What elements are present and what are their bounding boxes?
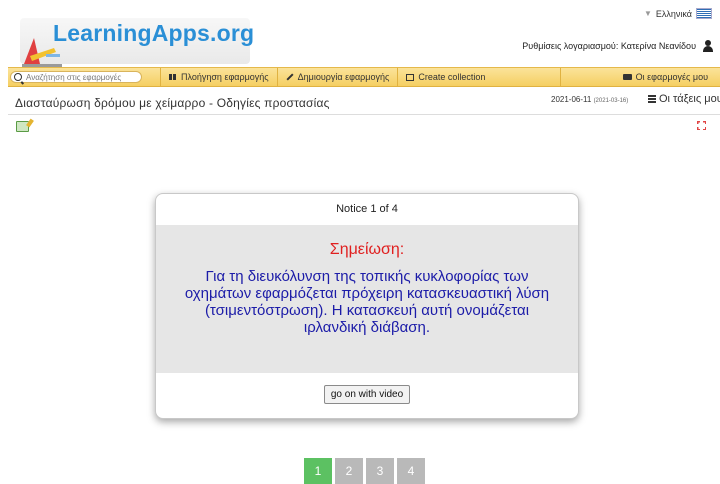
page-button-3[interactable]: 3 [366, 458, 394, 484]
search-input[interactable]: Αναζήτηση στις εφαρμογές [10, 71, 142, 83]
dialog-body: Σημείωση: Για τη διευκόλυνση της τοπικής… [156, 225, 578, 373]
dialog-header: Notice 1 of 4 [336, 203, 398, 215]
search-placeholder: Αναζήτηση στις εφαρμογές [26, 72, 122, 82]
pagination: 1 2 3 4 [304, 458, 425, 484]
nav-browse-apps[interactable]: Πλοήγηση εφαρμογής [160, 68, 277, 86]
notice-dialog: Notice 1 of 4 Σημείωση: Για τη διευκόλυν… [155, 193, 579, 419]
greek-flag-icon [696, 8, 712, 19]
app-title: Διασταύρωση δρόμου με χείμαρρο - Οδηγίες… [15, 96, 330, 110]
my-classes-link[interactable]: Οι τάξεις μου [648, 93, 720, 105]
nav-create-app[interactable]: Δημιουργία εφαρμογής [276, 68, 398, 86]
notice-label: Σημείωση: [329, 241, 405, 258]
app-dates: 2021-06-11 (2021-03-16) [551, 95, 628, 104]
nav-browse-label: Πλοήγηση εφαρμογής [181, 72, 269, 82]
page-button-2[interactable]: 2 [335, 458, 363, 484]
collection-icon [406, 73, 415, 81]
nav-collection-label: Create collection [418, 72, 486, 82]
fullscreen-icon[interactable] [697, 121, 706, 130]
account-settings-link[interactable]: Ρυθμίσεις λογαριασμού: Κατερίνα Νεανίδου [522, 40, 714, 52]
chevron-down-icon: ▼ [643, 9, 652, 18]
logo-text: LearningApps.org [53, 20, 255, 46]
nav-create-collection[interactable]: Create collection [397, 68, 493, 86]
search-icon [14, 73, 22, 81]
list-icon [648, 95, 656, 103]
language-selector[interactable]: ▼ Ελληνικά [644, 8, 712, 19]
folder-icon [622, 74, 632, 80]
logo[interactable]: LearningApps.org [20, 10, 254, 67]
go-on-with-video-button[interactable]: go on with video [323, 385, 411, 404]
edit-app-icon[interactable] [16, 121, 29, 132]
page-button-4[interactable]: 4 [397, 458, 425, 484]
notice-text: Για τη διευκόλυνση της τοπικής κυκλοφορί… [184, 268, 550, 336]
app-date: 2021-06-11 [551, 95, 592, 104]
page-button-1[interactable]: 1 [304, 458, 332, 484]
main-navbar: Αναζήτηση στις εφαρμογές Πλοήγηση εφαρμο… [8, 67, 720, 87]
nav-my-apps-label: Οι εφαρμογές μου [635, 72, 708, 82]
pencil-icon [286, 73, 294, 81]
nav-my-apps[interactable]: Οι εφαρμογές μου [559, 68, 720, 86]
grid-icon [169, 74, 177, 80]
user-icon [702, 40, 714, 52]
account-label: Ρυθμίσεις λογαριασμού: Κατερίνα Νεανίδου [522, 41, 696, 51]
language-label: Ελληνικά [655, 8, 692, 19]
my-classes-label: Οι τάξεις μου [659, 93, 720, 105]
app-date-created: (2021-03-16) [593, 98, 629, 104]
nav-create-label: Δημιουργία εφαρμογής [297, 72, 390, 82]
divider [8, 114, 720, 115]
dialog-footer: go on with video [156, 373, 578, 418]
